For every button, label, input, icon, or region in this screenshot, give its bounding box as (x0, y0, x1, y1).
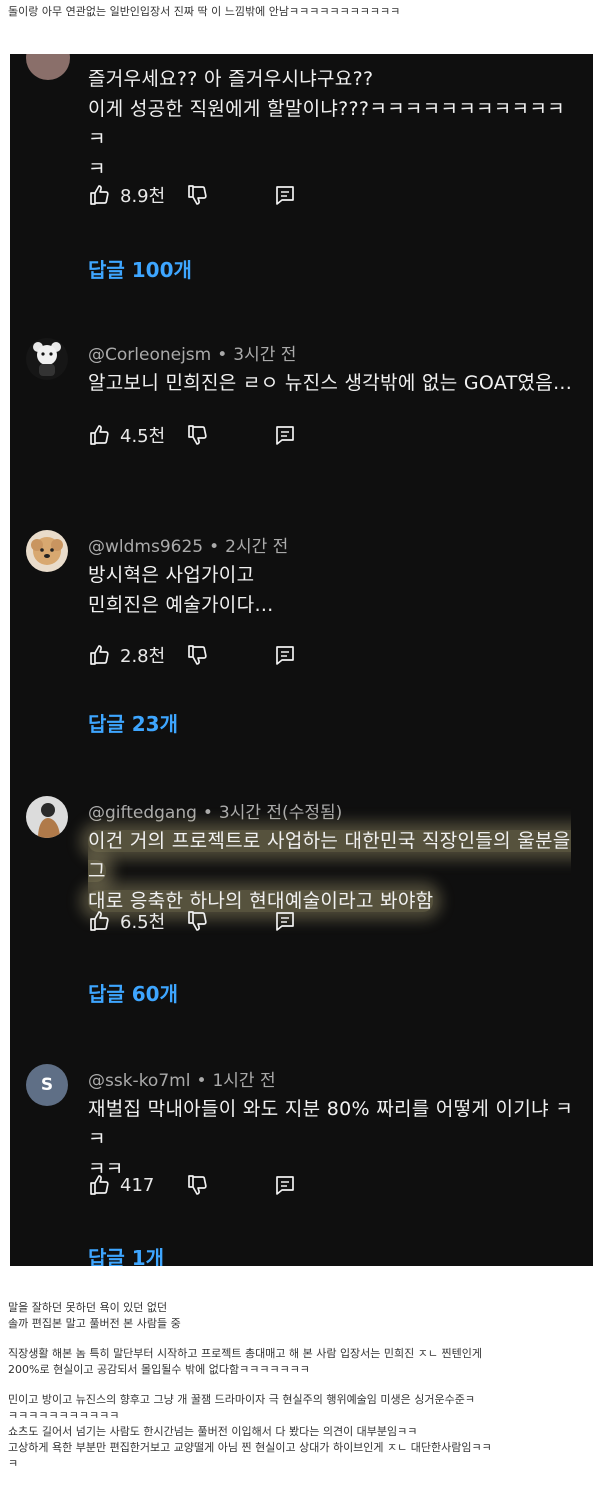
dislike-icon[interactable] (186, 1173, 210, 1197)
view-replies-link[interactable]: 답글 100개 (88, 254, 192, 283)
like-count: 8.9천 (120, 186, 166, 207)
like-icon[interactable] (88, 643, 112, 667)
paragraph: 직장생활 해본 놈 특히 말단부터 시작하고 프로젝트 총대매고 해 본 사람 … (8, 1347, 482, 1376)
person-avatar-icon (38, 803, 60, 838)
post-body: 말을 잘하던 못하던 욕이 있던 없던 솔까 편집본 말고 풀버전 본 사람들 … (8, 1300, 593, 1472)
comment-author[interactable]: @ssk-ko7ml (88, 1071, 190, 1091)
comment-actions: 4.5천 (88, 420, 296, 450)
comment-body: 알고보니 민희진은 ㄹㅇ 뉴진스 생각밖에 없는 GOAT였음... (88, 372, 573, 394)
like-icon[interactable] (88, 909, 112, 933)
avatar[interactable] (26, 338, 68, 380)
view-replies-link[interactable]: 답글 1개 (88, 1242, 164, 1266)
comment-body: 방시혁은 사업가이고 민희진은 예술가이다… (88, 564, 274, 616)
dislike-icon[interactable] (186, 423, 210, 447)
dog-avatar-icon (31, 537, 63, 565)
separator-dot: • (209, 537, 220, 557)
separator-dot: • (202, 803, 213, 823)
like-icon[interactable] (88, 423, 112, 447)
bear-avatar-icon (33, 342, 61, 376)
avatar[interactable] (26, 796, 68, 838)
reply-icon[interactable] (274, 644, 296, 666)
reply-icon[interactable] (274, 910, 296, 932)
avatar[interactable] (26, 54, 70, 80)
comment-author[interactable]: @giftedgang (88, 803, 197, 823)
separator-dot: • (196, 1071, 207, 1091)
comment-header: @Corleonejsm • 3시간 전 (88, 340, 296, 365)
comment-actions: 2.8천 (88, 640, 296, 670)
comment-author[interactable]: @wldms9625 (88, 537, 203, 557)
highlighted-text: 이건 거의 프로젝트로 사업하는 대한민국 직장인들의 울분을 그 (88, 830, 571, 882)
paragraph: 말을 잘하던 못하던 욕이 있던 없던 솔까 편집본 말고 풀버전 본 사람들 … (8, 1301, 181, 1330)
comment-time: 3시간 전 (233, 345, 297, 365)
separator-dot: • (217, 345, 228, 365)
dislike-icon[interactable] (186, 183, 210, 207)
post-caption: 돌이랑 아무 연관없는 일반인입장서 진짜 딱 이 느낌밖에 안남ㅋㅋㅋㅋㅋㅋㅋ… (8, 5, 401, 18)
like-count: 2.8천 (120, 646, 166, 667)
paragraph: 민이고 방이고 뉴진스의 향후고 그냥 개 꿀잼 드라마이자 극 현실주의 행위… (8, 1393, 492, 1470)
dislike-icon[interactable] (186, 909, 210, 933)
avatar[interactable]: S (26, 1064, 68, 1106)
like-count: 417 (120, 1174, 155, 1196)
comment-time: 3시간 전(수정됨) (218, 803, 343, 823)
view-replies-link[interactable]: 답글 60개 (88, 978, 178, 1007)
comment-actions: 6.5천 (88, 906, 296, 936)
reply-icon[interactable] (274, 1174, 296, 1196)
like-icon[interactable] (88, 1173, 112, 1197)
dislike-icon[interactable] (186, 643, 210, 667)
comment-header: @giftedgang • 3시간 전(수정됨) (88, 798, 342, 823)
comment-actions: 8.9천 (88, 180, 296, 210)
youtube-comments-screenshot: 즐거우세요?? 아 즐거우시냐구요?? 이게 성공한 직원에게 할말이냐???ㅋ… (10, 54, 593, 1266)
like-icon[interactable] (88, 183, 112, 207)
like-count: 6.5천 (120, 912, 166, 933)
reply-icon[interactable] (274, 184, 296, 206)
comment-header: @ssk-ko7ml • 1시간 전 (88, 1066, 276, 1091)
avatar[interactable] (26, 530, 68, 572)
comment-time: 1시간 전 (212, 1071, 276, 1091)
like-count: 4.5천 (120, 426, 166, 447)
comment-body: 즐거우세요?? 아 즐거우시냐구요?? 이게 성공한 직원에게 할말이냐???ㅋ… (88, 68, 565, 180)
comment-actions: 417 (88, 1170, 296, 1200)
reply-icon[interactable] (274, 424, 296, 446)
comment-time: 2시간 전 (225, 537, 289, 557)
comment-header: @wldms9625 • 2시간 전 (88, 532, 288, 557)
view-replies-link[interactable]: 답글 23개 (88, 708, 178, 737)
comment-body: 이건 거의 프로젝트로 사업하는 대한민국 직장인들의 울분을 그 대로 응축한… (88, 826, 582, 916)
comment-author[interactable]: @Corleonejsm (88, 345, 211, 365)
